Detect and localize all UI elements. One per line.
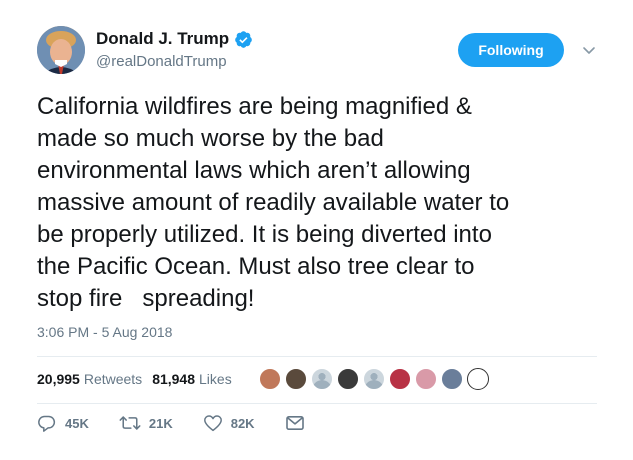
- user-handle[interactable]: @realDonaldTrump: [96, 53, 227, 70]
- tweet-timestamp[interactable]: 3:06 PM - 5 Aug 2018: [37, 324, 172, 340]
- liker-avatar[interactable]: [415, 368, 437, 390]
- envelope-icon: [285, 415, 304, 431]
- reply-count: 45K: [65, 415, 89, 431]
- liker-avatar[interactable]: [467, 368, 489, 390]
- retweets-count[interactable]: 20,995: [37, 371, 80, 387]
- retweet-button[interactable]: 21K: [119, 414, 173, 432]
- liker-avatar[interactable]: [389, 368, 411, 390]
- liker-avatar[interactable]: [285, 368, 307, 390]
- tweet-text: California wildfires are being magnified…: [37, 93, 510, 312]
- chevron-down-icon[interactable]: [582, 43, 596, 57]
- retweets-label[interactable]: Retweets: [84, 371, 142, 387]
- divider: [37, 356, 597, 357]
- heart-icon: [203, 415, 222, 432]
- avatar[interactable]: [37, 26, 85, 74]
- like-count: 82K: [230, 415, 255, 431]
- display-name[interactable]: Donald J. Trump: [96, 29, 229, 49]
- tweet-card: Donald J. Trump @realDonaldTrump Followi…: [0, 0, 633, 460]
- reply-button[interactable]: 45K: [37, 414, 89, 432]
- liker-avatars: [259, 368, 493, 390]
- liker-avatar[interactable]: [311, 368, 333, 390]
- tweet-stats: 20,995 Retweets 81,948 Likes: [37, 371, 232, 387]
- retweet-count: 21K: [148, 415, 173, 431]
- direct-message-button[interactable]: [285, 415, 313, 431]
- liker-avatar[interactable]: [259, 368, 281, 390]
- retweet-icon: [119, 416, 141, 430]
- likes-count[interactable]: 81,948: [152, 371, 195, 387]
- user-name-row[interactable]: Donald J. Trump: [96, 29, 253, 49]
- liker-avatar[interactable]: [441, 368, 463, 390]
- divider: [37, 403, 597, 404]
- reply-icon: [38, 415, 56, 432]
- tweet-actions: 45K 21K 82K: [37, 414, 343, 432]
- verified-badge-icon: [234, 30, 253, 49]
- liker-avatar[interactable]: [363, 368, 385, 390]
- following-button[interactable]: Following: [458, 33, 564, 67]
- like-button[interactable]: 82K: [203, 414, 255, 432]
- liker-avatar[interactable]: [337, 368, 359, 390]
- likes-label[interactable]: Likes: [199, 371, 232, 387]
